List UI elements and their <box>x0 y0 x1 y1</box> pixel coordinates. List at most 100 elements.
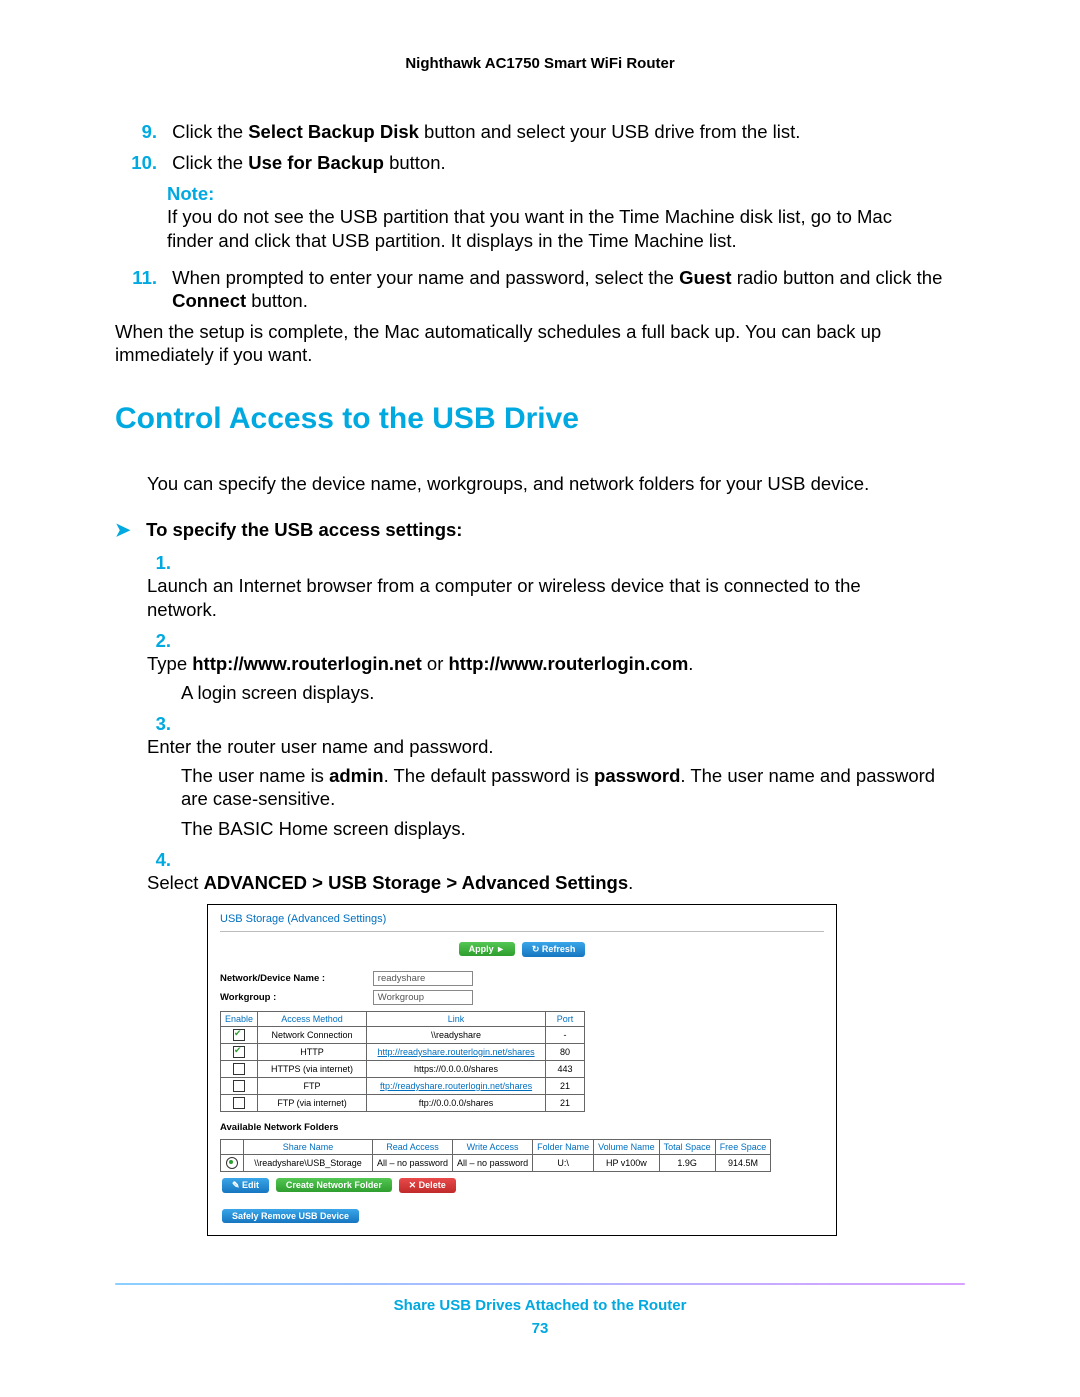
col-method: Access Method <box>258 1011 367 1026</box>
step-9: 9. Click the Select Backup Disk button a… <box>115 120 965 143</box>
radio[interactable] <box>226 1157 238 1169</box>
bold-text: Use for Backup <box>248 152 384 173</box>
text: button. <box>246 290 308 311</box>
step-10: 10. Click the Use for Backup button. <box>115 151 965 174</box>
checkbox[interactable] <box>233 1063 245 1075</box>
safe-remove-button[interactable]: Safely Remove USB Device <box>222 1209 359 1223</box>
bold-text: Select Backup Disk <box>248 121 419 142</box>
col-select <box>221 1139 244 1154</box>
edit-button[interactable]: ✎ Edit <box>222 1178 269 1193</box>
text: radio button and click the <box>732 267 943 288</box>
step-number: 4. <box>147 848 177 871</box>
procedure-title: To specify the USB access settings: <box>146 519 462 540</box>
col-volume: Volume Name <box>594 1139 660 1154</box>
col-share: Share Name <box>244 1139 373 1154</box>
text: Select <box>147 872 204 893</box>
follow-text: The BASIC Home screen displays. <box>181 817 965 840</box>
cell: ftp://0.0.0.0/shares <box>367 1094 546 1111</box>
note-label: Note: <box>167 182 227 205</box>
procedure-steps: 1. Launch an Internet browser from a com… <box>147 551 965 1236</box>
cell: U:\ <box>533 1154 594 1171</box>
text: Click the <box>172 121 248 142</box>
col-write: Write Access <box>453 1139 533 1154</box>
cell: 21 <box>546 1077 585 1094</box>
proc-step-2: 2. Type http://www.routerlogin.net or ht… <box>147 629 965 675</box>
step-body: Launch an Internet browser from a comput… <box>147 574 931 620</box>
cell: - <box>546 1026 585 1043</box>
apply-button[interactable]: Apply ► <box>459 942 515 956</box>
cell: \\readyshare <box>367 1026 546 1043</box>
table-row: HTTP http://readyshare.routerlogin.net/sh… <box>221 1043 585 1060</box>
folders-table: Share Name Read Access Write Access Fold… <box>220 1139 771 1172</box>
col-folder: Folder Name <box>533 1139 594 1154</box>
follow-text: The user name is admin. The default pass… <box>181 764 965 810</box>
intro-paragraph: You can specify the device name, workgro… <box>147 472 965 495</box>
text: Click the <box>172 152 248 173</box>
table-row: \\readyshare\USB_Storage All – no passwo… <box>221 1154 771 1171</box>
step-number: 10. <box>115 151 167 174</box>
arrow-icon: ➤ <box>115 519 141 541</box>
panel-title: USB Storage (Advanced Settings) <box>220 913 824 932</box>
step-body: Enter the router user name and password. <box>147 735 931 758</box>
proc-step-1: 1. Launch an Internet browser from a com… <box>147 551 965 620</box>
section-heading: Control Access to the USB Drive <box>115 402 965 436</box>
text: Type <box>147 653 192 674</box>
cell: 1.9G <box>659 1154 715 1171</box>
folders-heading: Available Network Folders <box>220 1122 824 1133</box>
col-free: Free Space <box>715 1139 771 1154</box>
follow-text: A login screen displays. <box>181 681 965 704</box>
step-number: 9. <box>115 120 167 143</box>
cell: All – no password <box>453 1154 533 1171</box>
workgroup-input[interactable]: Workgroup <box>373 990 473 1005</box>
table-row: HTTPS (via internet)https://0.0.0.0/shar… <box>221 1060 585 1077</box>
cell: HTTP <box>258 1043 367 1060</box>
footer-text: Share USB Drives Attached to the Router <box>115 1297 965 1314</box>
bold-text: password <box>594 765 680 786</box>
checkbox[interactable] <box>233 1097 245 1109</box>
checkbox[interactable] <box>233 1080 245 1092</box>
step-number: 2. <box>147 629 177 652</box>
text: button and select your USB drive from th… <box>419 121 800 142</box>
access-method-table: Enable Access Method Link Port Network C… <box>220 1011 585 1112</box>
bold-text: ADVANCED > USB Storage > Advanced Settin… <box>204 872 629 893</box>
step-body: Click the Use for Backup button. <box>172 151 962 174</box>
step-number: 1. <box>147 551 177 574</box>
link[interactable]: http://readyshare.routerlogin.net/shares <box>377 1047 534 1057</box>
cell: All – no password <box>373 1154 453 1171</box>
refresh-button[interactable]: ↻ Refresh <box>522 942 586 957</box>
page-number: 73 <box>115 1320 965 1337</box>
text: When prompted to enter your name and pas… <box>172 267 679 288</box>
col-read: Read Access <box>373 1139 453 1154</box>
text: . <box>688 653 693 674</box>
create-folder-button[interactable]: Create Network Folder <box>276 1178 392 1192</box>
cell: HTTPS (via internet) <box>258 1060 367 1077</box>
note-block: Note: If you do not see the USB partitio… <box>167 182 965 251</box>
document-page: Nighthawk AC1750 Smart WiFi Router 9. Cl… <box>0 0 1080 1397</box>
table-row: FTP (via internet)ftp://0.0.0.0/shares21 <box>221 1094 585 1111</box>
checkbox[interactable] <box>233 1046 245 1058</box>
divider <box>115 1283 965 1285</box>
procedure-heading: ➤ To specify the USB access settings: <box>115 519 965 541</box>
page-header: Nighthawk AC1750 Smart WiFi Router <box>115 55 965 72</box>
cell: FTP <box>258 1077 367 1094</box>
folder-buttons: ✎ Edit Create Network Folder ✕ Delete <box>220 1178 824 1193</box>
proc-step-3: 3. Enter the router user name and passwo… <box>147 712 965 758</box>
step-body: Click the Select Backup Disk button and … <box>172 120 962 143</box>
cell: Network Connection <box>258 1026 367 1043</box>
link-cell[interactable]: http://readyshare.routerlogin.net/shares <box>367 1043 546 1060</box>
paragraph: When the setup is complete, the Mac auto… <box>115 320 965 366</box>
table-row: FTP ftp://readyshare.routerlogin.net/shar… <box>221 1077 585 1094</box>
delete-button[interactable]: ✕ Delete <box>399 1178 456 1193</box>
bold-text: http://www.routerlogin.net <box>192 653 422 674</box>
link-cell[interactable]: ftp://readyshare.routerlogin.net/shares <box>367 1077 546 1094</box>
checkbox[interactable] <box>233 1029 245 1041</box>
text: or <box>422 653 449 674</box>
bold-text: http://www.routerlogin.com <box>449 653 689 674</box>
link[interactable]: ftp://readyshare.routerlogin.net/shares <box>380 1081 532 1091</box>
cell: FTP (via internet) <box>258 1094 367 1111</box>
cell: HP v100w <box>594 1154 660 1171</box>
device-name-input[interactable]: readyshare <box>373 971 473 986</box>
label: Network/Device Name : <box>220 973 370 984</box>
step-11: 11. When prompted to enter your name and… <box>115 266 965 312</box>
device-name-field: Network/Device Name : readyshare <box>220 971 824 986</box>
